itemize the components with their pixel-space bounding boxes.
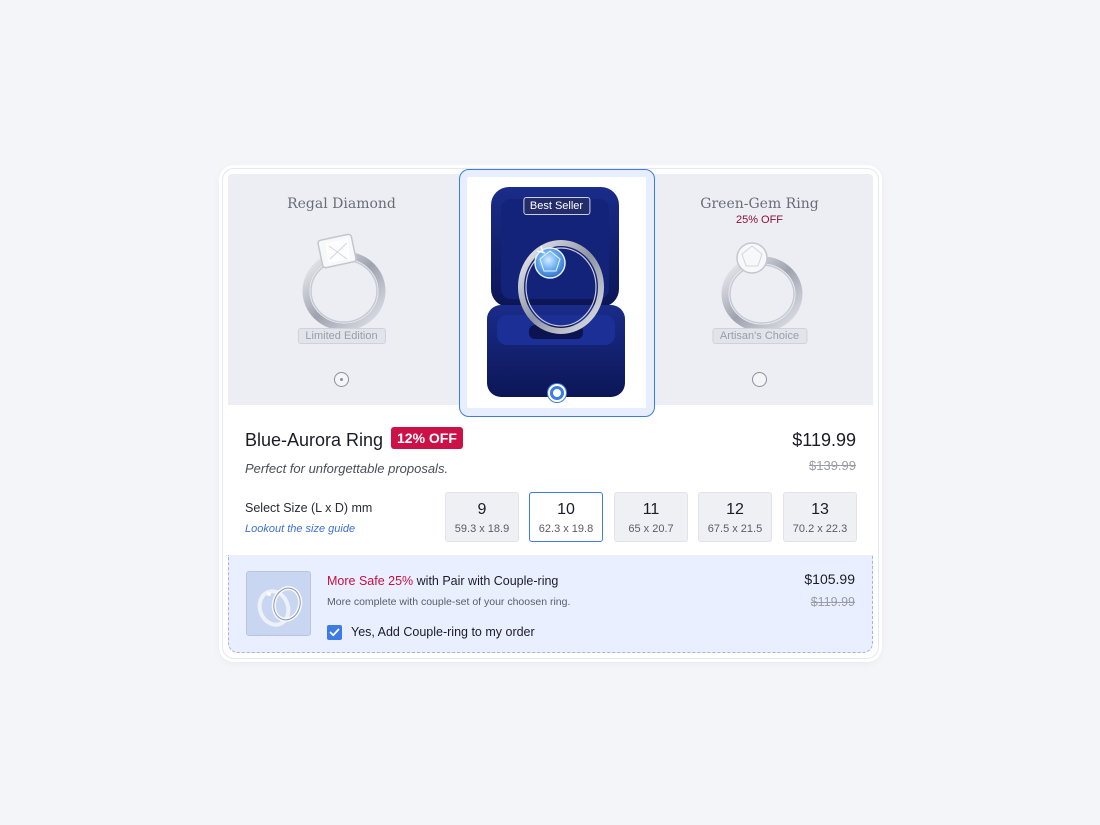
size-option-11[interactable]: 11 65 x 20.7 — [614, 492, 688, 542]
size-number: 11 — [642, 501, 660, 518]
addon-title-rest: with Pair with Couple-ring — [413, 574, 559, 588]
product-description: Perfect for unforgettable proposals. — [245, 461, 449, 476]
addon-checkbox-label[interactable]: Yes, Add Couple-ring to my order — [351, 625, 535, 639]
addon-description: More complete with couple-set of your ch… — [327, 596, 571, 608]
size-option-9[interactable]: 9 59.3 x 18.9 — [445, 492, 519, 542]
couple-ring-image — [246, 571, 311, 636]
size-number: 9 — [477, 501, 487, 518]
product-name: Blue-Aurora Ring — [245, 430, 384, 450]
product-card: Regal Diamond Limited Edition Green-Gem … — [222, 168, 879, 659]
discount-label: 25% OFF — [735, 214, 784, 226]
option-radio-selected[interactable] — [548, 384, 566, 402]
addon-price: $105.99 — [804, 571, 855, 587]
option-green-gem-ring[interactable]: Green-Gem Ring 25% OFF Artisan's Choice — [646, 174, 873, 405]
size-dimensions: 65 x 20.7 — [628, 523, 674, 535]
discount-badge: 12% OFF — [391, 427, 463, 449]
size-dimensions: 59.3 x 18.9 — [454, 523, 510, 535]
size-guide-link[interactable]: Lookout the size guide — [245, 523, 355, 535]
addon-title-highlight: More Safe 25% — [327, 574, 414, 588]
ring-image — [302, 233, 386, 331]
artisans-choice-tag: Artisan's Choice — [711, 328, 808, 344]
size-number: 13 — [811, 501, 829, 518]
option-title: Green-Gem Ring — [700, 196, 819, 212]
product-old-price: $139.99 — [809, 458, 856, 473]
product-price: $119.99 — [792, 430, 856, 450]
check-icon — [329, 628, 340, 637]
addon-title: More Safe 25% with Pair with Couple-ring — [327, 574, 558, 588]
addon-old-price: $119.99 — [810, 595, 855, 609]
couple-ring-picture — [247, 572, 310, 635]
size-option-13[interactable]: 13 70.2 x 22.3 — [783, 492, 857, 542]
ring-image — [721, 242, 803, 332]
ring-options: Regal Diamond Limited Edition Green-Gem … — [228, 169, 873, 417]
size-label: Select Size (L x D) mm — [245, 501, 373, 515]
couple-ring-addon: More Safe 25% with Pair with Couple-ring… — [228, 555, 873, 653]
size-dimensions: 70.2 x 22.3 — [792, 523, 848, 535]
size-dimensions: 62.3 x 19.8 — [538, 523, 594, 535]
size-option-12[interactable]: 12 67.5 x 21.5 — [698, 492, 772, 542]
best-seller-badge: Best Seller — [522, 197, 591, 215]
size-dimensions: 67.5 x 21.5 — [707, 523, 763, 535]
size-option-10[interactable]: 10 62.3 x 19.8 — [529, 492, 603, 542]
limited-edition-tag: Limited Edition — [297, 328, 386, 344]
size-number: 10 — [557, 501, 575, 518]
option-title: Regal Diamond — [287, 196, 396, 212]
option-blue-aurora-selected[interactable]: Best Seller — [459, 169, 655, 417]
size-number: 12 — [726, 501, 744, 518]
option-radio[interactable] — [752, 372, 767, 387]
addon-checkbox[interactable] — [327, 625, 342, 640]
option-regal-diamond[interactable]: Regal Diamond Limited Edition — [228, 174, 455, 405]
option-radio[interactable] — [334, 372, 349, 387]
selected-ring-image: Best Seller — [467, 177, 646, 408]
